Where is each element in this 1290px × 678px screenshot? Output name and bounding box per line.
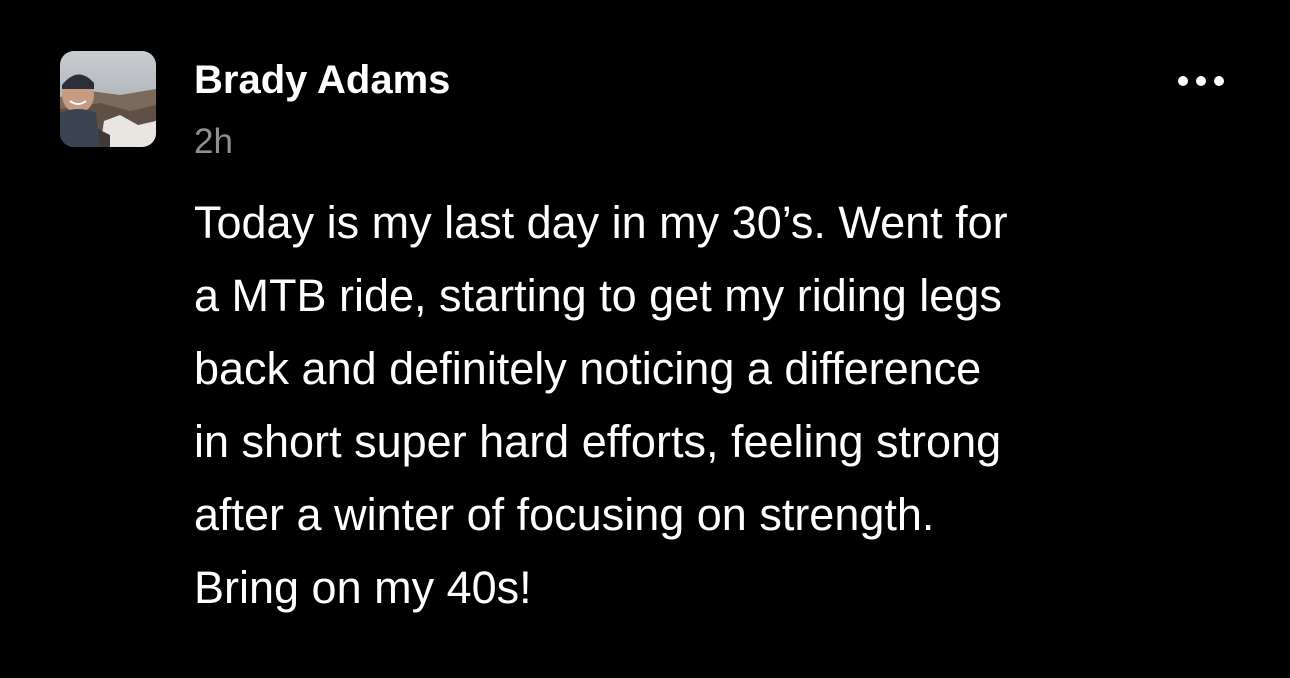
more-options-button[interactable] — [1168, 58, 1234, 104]
post-text-line: after a winter of focusing on strength. — [194, 489, 935, 540]
post-text-line: back and definitely noticing a differenc… — [194, 343, 982, 394]
avatar[interactable] — [60, 51, 156, 147]
profile-photo-icon — [60, 51, 156, 147]
ellipsis-icon — [1178, 76, 1224, 86]
post-text-line: in short super hard efforts, feeling str… — [194, 416, 1002, 467]
post-text-line: Bring on my 40s! — [194, 562, 532, 613]
author-name[interactable]: Brady Adams — [194, 56, 450, 104]
post-body: Today is my last day in my 30’s. Went fo… — [194, 186, 1194, 624]
post-timestamp: 2h — [194, 122, 233, 161]
post-text-line: a MTB ride, starting to get my riding le… — [194, 270, 1002, 321]
post-text-line: Today is my last day in my 30’s. Went fo… — [194, 197, 1008, 248]
post-card: Brady Adams 2h Today is my last day in m… — [0, 0, 1290, 678]
